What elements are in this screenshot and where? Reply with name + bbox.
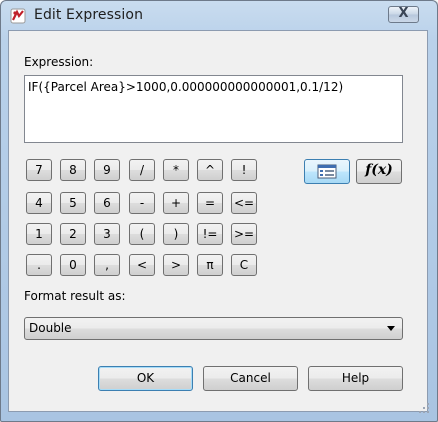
- key-less-than-button[interactable]: <: [129, 254, 155, 276]
- key-divide-button[interactable]: /: [129, 159, 155, 181]
- key-0-button[interactable]: 0: [60, 254, 86, 276]
- close-icon: X: [398, 6, 409, 21]
- expression-input[interactable]: IF({Parcel Area}>1000,0.000000000000001,…: [24, 75, 403, 143]
- key-greater-equal-button[interactable]: >=: [231, 223, 257, 245]
- key-not-equal-button[interactable]: !=: [197, 223, 223, 245]
- key-1-button[interactable]: 1: [26, 223, 52, 245]
- format-selected-value: Double: [29, 321, 72, 335]
- key-pi-button[interactable]: π: [197, 254, 223, 276]
- key-greater-than-button[interactable]: >: [163, 254, 189, 276]
- key-not-button[interactable]: !: [231, 159, 257, 181]
- properties-list-icon: [317, 164, 337, 179]
- function-button[interactable]: f(x): [356, 159, 402, 184]
- title-bar[interactable]: Edit Expression X: [1, 1, 437, 31]
- key-9-button[interactable]: 9: [94, 159, 120, 181]
- key-7-button[interactable]: 7: [26, 159, 52, 181]
- ok-button[interactable]: OK: [98, 366, 193, 391]
- help-button[interactable]: Help: [308, 366, 403, 391]
- key-6-button[interactable]: 6: [94, 192, 120, 214]
- app-icon: [10, 8, 26, 24]
- cancel-button[interactable]: Cancel: [203, 366, 298, 391]
- chevron-down-icon: [387, 326, 395, 331]
- window-title: Edit Expression: [34, 7, 144, 23]
- key-multiply-button[interactable]: *: [163, 159, 189, 181]
- key-2-button[interactable]: 2: [60, 223, 86, 245]
- key-less-equal-button[interactable]: <=: [231, 192, 257, 214]
- close-button[interactable]: X: [388, 6, 419, 23]
- function-icon: f(x): [365, 162, 393, 178]
- key-comma-button[interactable]: ,: [94, 254, 120, 276]
- key-plus-button[interactable]: +: [163, 192, 189, 214]
- key-8-button[interactable]: 8: [60, 159, 86, 181]
- key-3-button[interactable]: 3: [94, 223, 120, 245]
- key-5-button[interactable]: 5: [60, 192, 86, 214]
- properties-button[interactable]: [304, 159, 350, 184]
- resize-grip-icon[interactable]: [418, 402, 430, 414]
- key-4-button[interactable]: 4: [26, 192, 52, 214]
- key-minus-button[interactable]: -: [129, 192, 155, 214]
- expression-label: Expression:: [24, 55, 94, 69]
- key-equals-button[interactable]: =: [197, 192, 223, 214]
- key-open-paren-button[interactable]: (: [129, 223, 155, 245]
- key-close-paren-button[interactable]: ): [163, 223, 189, 245]
- format-select[interactable]: Double: [24, 317, 403, 340]
- key-decimal-button[interactable]: .: [26, 254, 52, 276]
- key-clear-button[interactable]: C: [231, 254, 257, 276]
- key-power-button[interactable]: ^: [197, 159, 223, 181]
- format-label: Format result as:: [24, 289, 126, 303]
